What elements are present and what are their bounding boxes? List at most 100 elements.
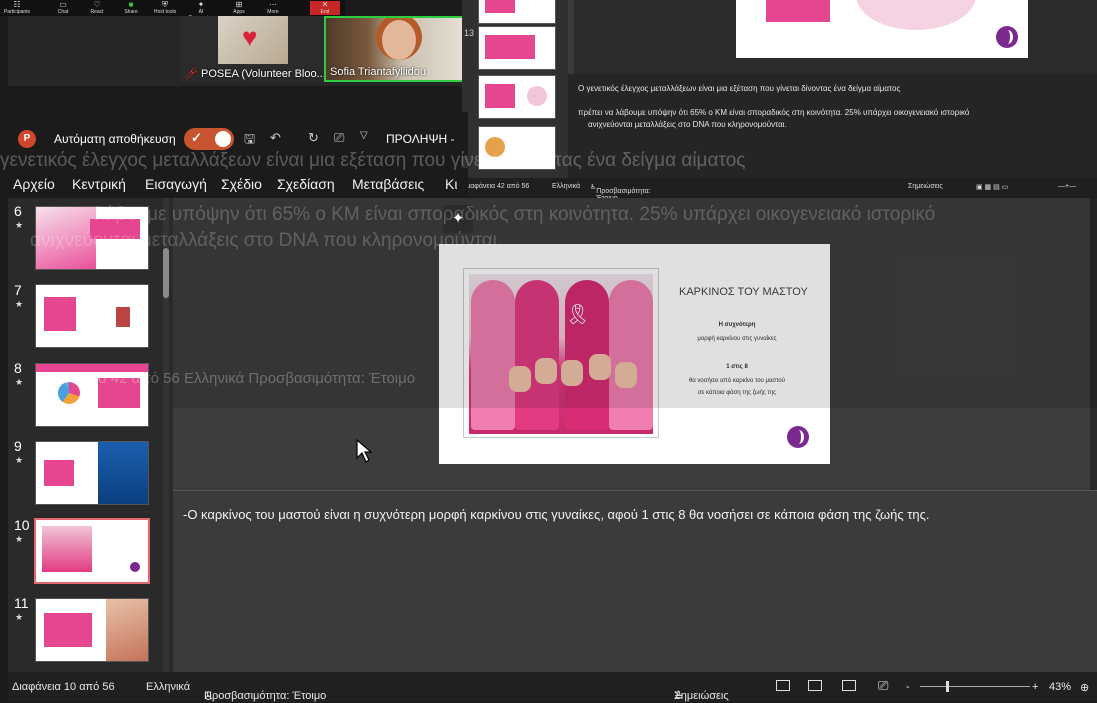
react-button[interactable]: ♡ React (82, 1, 112, 16)
accessibility-text: Προσβασιμότητα: Έτοιμο (204, 690, 327, 702)
slide-decoration (856, 0, 976, 30)
shared-notes-line: Ο γενετικός έλεγχος μεταλλάξεων είναι μι… (578, 84, 901, 93)
host-tools-label: Host tools (153, 9, 177, 15)
shared-notes-line: πρέπει να λάβουμε υπόψην ότι 65% ο ΚΜ εί… (578, 108, 970, 117)
document-title[interactable]: ΠΡΟΛΗΨΗ - (386, 132, 455, 146)
share-label: Share (124, 9, 138, 15)
slide-counter: Διαφάνεια 10 από 56 (12, 681, 115, 693)
heart-icon: ♥ (242, 22, 258, 52)
apps-label: Apps (233, 9, 245, 15)
end-label: End (320, 9, 330, 15)
tab-insert[interactable]: Εισαγωγή (145, 176, 207, 192)
video-tile-sofia[interactable]: Sofia Triantafyllidou (324, 16, 468, 82)
slide-thumbnail-7[interactable] (35, 284, 149, 348)
zoom-toolbar: ☷ Participants ▭ Chat ♡ React ■ Share ⛨ Host … (0, 0, 345, 21)
autosave-label: Αυτόματη αποθήκευση (54, 132, 176, 146)
overlay-ghost-text: λάβουμε υπόψην ότι 65% ο ΚΜ είναι σποραδ… (95, 204, 936, 225)
slide-thumbnail-pane[interactable]: 6 ★ 7 ★ 8 ★ 9 ★ 10 ★ 11 ★ (8, 198, 173, 672)
share-button[interactable]: ■ Share (116, 1, 146, 16)
zoom-slider-thumb[interactable] (946, 681, 949, 692)
video-tile-posea[interactable]: ♥ 🎤︎ POSEA (Volunteer Bloo... (180, 16, 330, 82)
check-icon: ✓ (191, 130, 202, 145)
logo-icon (996, 26, 1018, 48)
tab-animations[interactable]: Κι (445, 176, 457, 192)
host-tools-button[interactable]: ⛨ Host tools (150, 1, 180, 16)
participants-button[interactable]: ☷ Participants (2, 1, 32, 16)
slideshow-icon[interactable]: ⎚ (878, 678, 888, 694)
autosave-toggle[interactable]: ✓ (184, 128, 234, 150)
transition-star-icon: ★ (15, 377, 24, 387)
shared-notes-button[interactable]: Σημειώσεις (908, 183, 943, 190)
slide-thumbnail-9[interactable] (35, 441, 149, 505)
status-bar: Διαφάνεια 10 από 56 Ελληνικά ♿︎ Προσβασι… (8, 672, 1097, 703)
language-indicator[interactable]: Ελληνικά (146, 681, 190, 693)
slide-number: 7 (14, 282, 22, 298)
slide-pink-box (766, 0, 830, 22)
overlay-ghost-text: ανιχνεύονται μεταλλάξεις στο DNA που κλη… (30, 230, 503, 251)
tab-transitions[interactable]: Μεταβάσεις (352, 176, 424, 192)
shared-view-icons[interactable]: ▣ ▦ ▤ ▭ (976, 183, 1008, 191)
save-icon[interactable]: 🖫︎ (244, 130, 255, 152)
participant-name: Sofia Triantafyllidou (330, 66, 426, 78)
undo-icon[interactable]: ↶ (270, 130, 281, 146)
react-label: React (90, 9, 104, 15)
end-button[interactable]: ✕ End (310, 1, 340, 15)
zoom-in-button[interactable]: + (1032, 681, 1038, 693)
tab-file[interactable]: Αρχείο (13, 176, 55, 192)
zoom-level[interactable]: 43% (1049, 681, 1071, 693)
slide-number: 8 (14, 360, 22, 376)
speaker-notes-text[interactable]: -Ο καρκίνος του μαστού είναι η συχνότερη… (183, 505, 1063, 524)
mic-muted-icon: 🎤︎ (184, 68, 202, 80)
overlay-ghost-text: Διαφάνεια 42 από 56 Ελληνικά Προσβασιμότ… (40, 370, 416, 387)
shared-thumbnail[interactable] (478, 0, 556, 24)
speaker-notes-pane[interactable]: -Ο καρκίνος του μαστού είναι η συχνότερη… (173, 490, 1097, 673)
shared-thumbnail[interactable] (478, 75, 556, 119)
speaker-face (382, 20, 416, 60)
slide-thumbnail-11[interactable] (35, 598, 149, 662)
transition-star-icon: ★ (15, 612, 24, 622)
more-label: More (267, 9, 279, 15)
logo-icon (787, 426, 809, 448)
shared-accessibility[interactable]: ♿︎ Προσβασιμότητα: Έτοιμο (590, 183, 651, 202)
slide-number: 9 (14, 438, 22, 454)
shared-slide (736, 0, 1028, 58)
zoom-slider-track[interactable] (920, 686, 1030, 687)
customize-qat-icon[interactable]: ▽ (360, 130, 368, 141)
zoom-out-button[interactable]: - (906, 681, 910, 693)
shared-language[interactable]: Ελληνικά (552, 183, 580, 190)
participants-label: Participants (3, 9, 31, 15)
more-button[interactable]: ⋯ More (258, 1, 288, 16)
transition-star-icon: ★ (15, 534, 24, 544)
toggle-knob (215, 131, 231, 147)
shared-status-bar: Διαφάνεια 42 από 56 Ελληνικά ♿︎ Προσβασι… (462, 178, 1097, 202)
shared-thumbnail[interactable] (478, 26, 556, 70)
apps-button[interactable]: ⊞ Apps (224, 1, 254, 16)
chat-button[interactable]: ▭ Chat (48, 1, 78, 16)
present-icon[interactable]: ⎚ (334, 130, 344, 146)
slide-thumbnail-10[interactable] (34, 518, 150, 584)
shared-zoom-slider[interactable]: —+— (1058, 183, 1076, 190)
shared-slide-counter: Διαφάνεια 42 από 56 (464, 183, 530, 190)
participant-name: 🎤︎ POSEA (Volunteer Bloo... (184, 67, 326, 80)
overlay-ghost-text: γενετικός έλεγχος μεταλλάξεων είναι μια … (0, 150, 746, 171)
tab-draw[interactable]: Σχέδιο (221, 176, 262, 192)
fit-to-window-icon[interactable]: ⊕ (1080, 681, 1089, 694)
slide-number: 11 (14, 595, 29, 611)
slide-number: 10 (14, 517, 30, 533)
powerpoint-logo-icon: P (18, 130, 36, 148)
transition-star-icon: ★ (15, 220, 24, 230)
zoom-video-strip: ♥ 🎤︎ POSEA (Volunteer Bloo... Sofia Tria… (8, 16, 468, 86)
transition-star-icon: ★ (15, 299, 24, 309)
transition-star-icon: ★ (15, 455, 24, 465)
tab-home[interactable]: Κεντρική (72, 176, 126, 192)
tab-design[interactable]: Σχεδίαση (277, 176, 335, 192)
participant-name-text: POSEA (Volunteer Bloo... (201, 68, 326, 80)
reading-view-icon[interactable] (842, 680, 856, 691)
redo-icon[interactable]: ↻ (308, 130, 319, 146)
notes-button-label: Σημειώσεις (674, 690, 729, 702)
normal-view-icon[interactable] (776, 680, 790, 691)
shared-notes-line: ανιχνεύονται μεταλλάξεις στο DNA που κλη… (588, 120, 787, 129)
slide-number: 6 (14, 203, 22, 219)
slide-sorter-icon[interactable] (808, 680, 822, 691)
thumbnail-scrollbar-thumb[interactable] (163, 248, 169, 298)
